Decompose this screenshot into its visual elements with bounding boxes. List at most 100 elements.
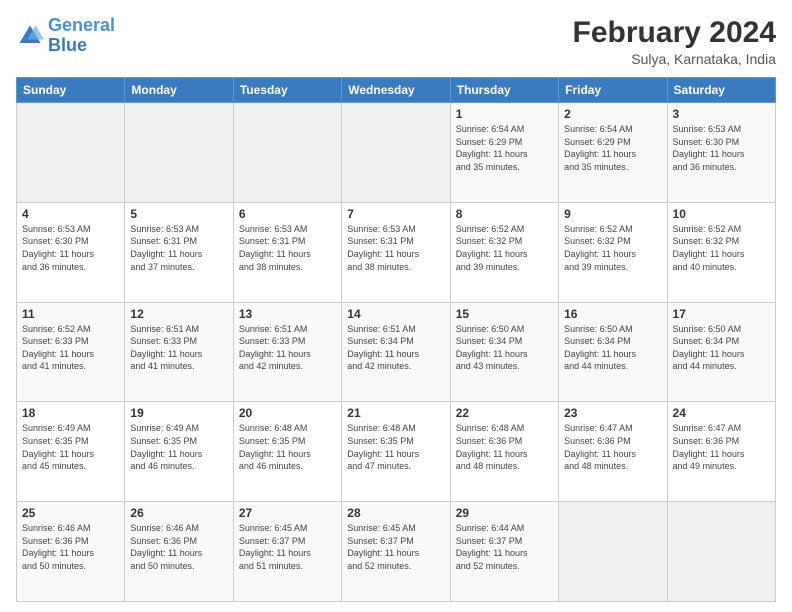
day-info: Sunrise: 6:54 AM Sunset: 6:29 PM Dayligh…	[564, 123, 661, 173]
day-info: Sunrise: 6:48 AM Sunset: 6:35 PM Dayligh…	[239, 422, 336, 472]
day-info: Sunrise: 6:46 AM Sunset: 6:36 PM Dayligh…	[130, 522, 227, 572]
day-number: 12	[130, 307, 227, 321]
day-number: 7	[347, 207, 444, 221]
calendar-cell: 8 Sunrise: 6:52 AM Sunset: 6:32 PM Daylig…	[450, 202, 558, 302]
calendar-cell	[125, 103, 233, 203]
calendar-header-tuesday: Tuesday	[233, 78, 341, 103]
day-number: 25	[22, 506, 119, 520]
calendar-header-thursday: Thursday	[450, 78, 558, 103]
calendar-header-row: SundayMondayTuesdayWednesdayThursdayFrid…	[17, 78, 776, 103]
subtitle: Sulya, Karnataka, India	[573, 51, 776, 67]
day-info: Sunrise: 6:50 AM Sunset: 6:34 PM Dayligh…	[673, 323, 770, 373]
calendar-cell: 16Sunrise: 6:50 AM Sunset: 6:34 PM Dayli…	[559, 302, 667, 402]
day-info: Sunrise: 6:50 AM Sunset: 6:34 PM Dayligh…	[564, 323, 661, 373]
day-info: Sunrise: 6:45 AM Sunset: 6:37 PM Dayligh…	[347, 522, 444, 572]
day-number: 18	[22, 406, 119, 420]
logo-icon	[16, 22, 44, 50]
day-number: 14	[347, 307, 444, 321]
day-number: 13	[239, 307, 336, 321]
day-number: 11	[22, 307, 119, 321]
calendar-cell: 19 Sunrise: 6:49 AM Sunset: 6:35 PM Dayli…	[125, 402, 233, 502]
day-number: 20	[239, 406, 336, 420]
day-number: 1	[456, 107, 553, 121]
calendar-cell	[342, 103, 450, 203]
day-number: 19	[130, 406, 227, 420]
calendar-header-saturday: Saturday	[667, 78, 775, 103]
calendar-cell: 7 Sunrise: 6:53 AM Sunset: 6:31 PM Daylig…	[342, 202, 450, 302]
calendar-cell: 17 Sunrise: 6:50 AM Sunset: 6:34 PM Dayli…	[667, 302, 775, 402]
day-info: Sunrise: 6:44 AM Sunset: 6:37 PM Dayligh…	[456, 522, 553, 572]
day-number: 10	[673, 207, 770, 221]
day-number: 29	[456, 506, 553, 520]
day-number: 27	[239, 506, 336, 520]
day-number: 17	[673, 307, 770, 321]
calendar-cell: 22 Sunrise: 6:48 AM Sunset: 6:36 PM Dayli…	[450, 402, 558, 502]
day-number: 28	[347, 506, 444, 520]
day-info: Sunrise: 6:49 AM Sunset: 6:35 PM Dayligh…	[130, 422, 227, 472]
page: General Blue February 2024 Sulya, Karnat…	[0, 0, 792, 612]
day-info: Sunrise: 6:45 AM Sunset: 6:37 PM Dayligh…	[239, 522, 336, 572]
day-info: Sunrise: 6:50 AM Sunset: 6:34 PM Dayligh…	[456, 323, 553, 373]
day-info: Sunrise: 6:52 AM Sunset: 6:32 PM Dayligh…	[673, 223, 770, 273]
calendar-cell: 14Sunrise: 6:51 AM Sunset: 6:34 PM Dayli…	[342, 302, 450, 402]
calendar-cell: 11Sunrise: 6:52 AM Sunset: 6:33 PM Dayli…	[17, 302, 125, 402]
calendar-cell: 21Sunrise: 6:48 AM Sunset: 6:35 PM Dayli…	[342, 402, 450, 502]
logo: General Blue	[16, 16, 115, 56]
day-info: Sunrise: 6:46 AM Sunset: 6:36 PM Dayligh…	[22, 522, 119, 572]
calendar-cell: 3Sunrise: 6:53 AM Sunset: 6:30 PM Daylig…	[667, 103, 775, 203]
day-info: Sunrise: 6:51 AM Sunset: 6:33 PM Dayligh…	[130, 323, 227, 373]
calendar-cell	[559, 502, 667, 602]
calendar-cell	[667, 502, 775, 602]
day-number: 6	[239, 207, 336, 221]
calendar-cell: 10 Sunrise: 6:52 AM Sunset: 6:32 PM Dayli…	[667, 202, 775, 302]
calendar-cell: 20 Sunrise: 6:48 AM Sunset: 6:35 PM Dayli…	[233, 402, 341, 502]
calendar-header-sunday: Sunday	[17, 78, 125, 103]
day-number: 23	[564, 406, 661, 420]
calendar-week-1: 1 Sunrise: 6:54 AM Sunset: 6:29 PM Daylig…	[17, 103, 776, 203]
day-info: Sunrise: 6:53 AM Sunset: 6:31 PM Dayligh…	[347, 223, 444, 273]
day-info: Sunrise: 6:53 AM Sunset: 6:30 PM Dayligh…	[673, 123, 770, 173]
calendar-cell: 26Sunrise: 6:46 AM Sunset: 6:36 PM Dayli…	[125, 502, 233, 602]
calendar-cell: 2 Sunrise: 6:54 AM Sunset: 6:29 PM Daylig…	[559, 103, 667, 203]
day-info: Sunrise: 6:52 AM Sunset: 6:32 PM Dayligh…	[564, 223, 661, 273]
calendar-cell: 28 Sunrise: 6:45 AM Sunset: 6:37 PM Dayli…	[342, 502, 450, 602]
calendar-week-5: 25 Sunrise: 6:46 AM Sunset: 6:36 PM Dayli…	[17, 502, 776, 602]
calendar-cell: 1 Sunrise: 6:54 AM Sunset: 6:29 PM Daylig…	[450, 103, 558, 203]
calendar-cell: 12 Sunrise: 6:51 AM Sunset: 6:33 PM Dayli…	[125, 302, 233, 402]
title-area: February 2024 Sulya, Karnataka, India	[573, 16, 776, 67]
day-number: 4	[22, 207, 119, 221]
calendar-cell	[233, 103, 341, 203]
day-info: Sunrise: 6:48 AM Sunset: 6:36 PM Dayligh…	[456, 422, 553, 472]
calendar-cell: 6Sunrise: 6:53 AM Sunset: 6:31 PM Daylig…	[233, 202, 341, 302]
day-info: Sunrise: 6:48 AM Sunset: 6:35 PM Dayligh…	[347, 422, 444, 472]
day-number: 8	[456, 207, 553, 221]
calendar-week-4: 18 Sunrise: 6:49 AM Sunset: 6:35 PM Dayli…	[17, 402, 776, 502]
day-number: 22	[456, 406, 553, 420]
logo-line2: Blue	[48, 35, 87, 55]
calendar-cell: 23 Sunrise: 6:47 AM Sunset: 6:36 PM Dayli…	[559, 402, 667, 502]
day-info: Sunrise: 6:47 AM Sunset: 6:36 PM Dayligh…	[673, 422, 770, 472]
calendar-cell: 25 Sunrise: 6:46 AM Sunset: 6:36 PM Dayli…	[17, 502, 125, 602]
calendar-cell: 18 Sunrise: 6:49 AM Sunset: 6:35 PM Dayli…	[17, 402, 125, 502]
calendar-cell: 4 Sunrise: 6:53 AM Sunset: 6:30 PM Daylig…	[17, 202, 125, 302]
day-info: Sunrise: 6:49 AM Sunset: 6:35 PM Dayligh…	[22, 422, 119, 472]
header: General Blue February 2024 Sulya, Karnat…	[16, 16, 776, 67]
day-info: Sunrise: 6:54 AM Sunset: 6:29 PM Dayligh…	[456, 123, 553, 173]
calendar-header-monday: Monday	[125, 78, 233, 103]
day-number: 5	[130, 207, 227, 221]
logo-text: General Blue	[48, 16, 115, 56]
calendar-cell: 5 Sunrise: 6:53 AM Sunset: 6:31 PM Daylig…	[125, 202, 233, 302]
day-info: Sunrise: 6:47 AM Sunset: 6:36 PM Dayligh…	[564, 422, 661, 472]
day-info: Sunrise: 6:51 AM Sunset: 6:33 PM Dayligh…	[239, 323, 336, 373]
calendar-cell: 29 Sunrise: 6:44 AM Sunset: 6:37 PM Dayli…	[450, 502, 558, 602]
calendar-header-wednesday: Wednesday	[342, 78, 450, 103]
day-info: Sunrise: 6:53 AM Sunset: 6:30 PM Dayligh…	[22, 223, 119, 273]
day-number: 2	[564, 107, 661, 121]
day-info: Sunrise: 6:53 AM Sunset: 6:31 PM Dayligh…	[130, 223, 227, 273]
day-info: Sunrise: 6:52 AM Sunset: 6:32 PM Dayligh…	[456, 223, 553, 273]
calendar-table: SundayMondayTuesdayWednesdayThursdayFrid…	[16, 77, 776, 602]
calendar-cell: 9Sunrise: 6:52 AM Sunset: 6:32 PM Daylig…	[559, 202, 667, 302]
calendar-cell: 13 Sunrise: 6:51 AM Sunset: 6:33 PM Dayli…	[233, 302, 341, 402]
calendar-header-friday: Friday	[559, 78, 667, 103]
logo-line1: General	[48, 15, 115, 35]
